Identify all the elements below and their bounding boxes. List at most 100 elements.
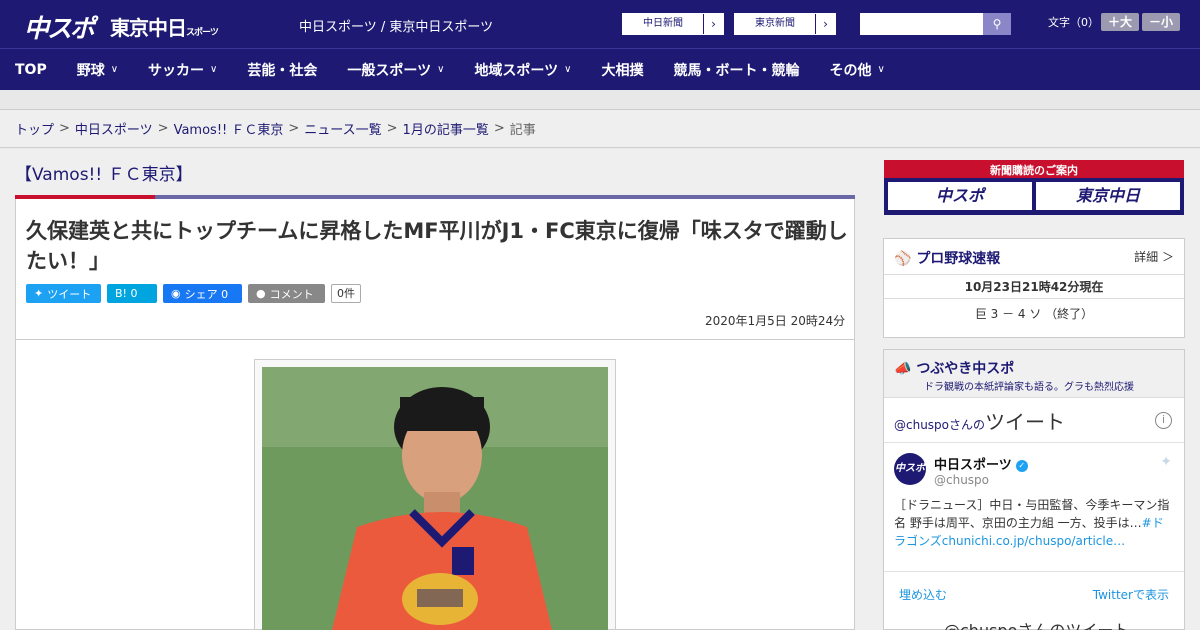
baseball-widget-header: ⚾ プロ野球速報 詳細 ＞ [884, 239, 1184, 275]
nav-label: 競馬・ボート・競輪 [673, 62, 800, 79]
embed-link[interactable]: 埋め込む [899, 586, 947, 603]
nav-item-top[interactable]: TOP [0, 49, 62, 91]
chevron-right-icon: › [815, 14, 835, 34]
paper-link-label: 東京新聞 [735, 14, 815, 34]
chevron-down-icon: ∨ [110, 64, 119, 75]
breadcrumb-sep: > [288, 121, 300, 136]
baseball-update-time: 10月23日21時42分現在 [884, 275, 1184, 299]
baseball-score[interactable]: 巨 3 － 4 ソ （終了） [884, 305, 1184, 322]
tweet-author-handle[interactable]: @chuspo [934, 473, 989, 487]
chevron-right-icon: › [703, 14, 723, 34]
tokyo-logo-text: 東京中日 [110, 16, 187, 40]
breadcrumb-sep: > [493, 121, 505, 136]
divider [884, 442, 1184, 443]
paper-link-label: 中日新聞 [623, 14, 703, 34]
tweet-button[interactable]: ✦ ツイート [26, 284, 101, 303]
nav-label: 野球 [76, 62, 105, 79]
facebook-label: シェア 0 [184, 287, 229, 301]
nav-label: 一般スポーツ [347, 62, 432, 79]
tokyo-logo-small: スポーツ [186, 28, 219, 38]
nav-item-entertainment[interactable]: 芸能・社会 [232, 49, 332, 91]
chunichi-shimbun-link[interactable]: 中日新聞 › [622, 13, 724, 35]
hatena-label: B! 0 [115, 287, 138, 300]
search-input[interactable] [860, 13, 984, 35]
baseball-title-text: プロ野球速報 [916, 251, 1001, 267]
comment-label: コメント [269, 287, 314, 301]
nav-label: 地域スポーツ [474, 62, 559, 79]
tweet-label: ツイート [47, 287, 92, 301]
publish-date: 2020年1月5日 20時24分 [705, 314, 846, 328]
nav-item-racing[interactable]: 競馬・ボート・競輪 [659, 49, 815, 91]
nav-label: TOP [15, 61, 47, 78]
tweet-text: ［ドラニュース］中日・与田監督、今季キーマン指名 野手は周平、京田の主力組 一方… [894, 498, 1170, 530]
breadcrumb-current: 記事 [509, 123, 536, 138]
tweets-widget-header: 📣 つぶやき中スポ ドラ観戦の本紙評論家も語る。グラも熱烈応援 [884, 350, 1184, 398]
breadcrumb-vamos[interactable]: Vamos!! ＦＣ東京 [174, 119, 284, 138]
avatar[interactable]: 中スポ [894, 453, 926, 485]
tweet-author-label: 中日スポーツ [934, 458, 1012, 473]
breadcrumb-chunichi-sports[interactable]: 中日スポーツ [75, 119, 153, 138]
font-decrease-button[interactable]: －小 [1142, 13, 1180, 31]
tokyo-chunichi-logo[interactable]: 東京中日スポーツ [110, 12, 219, 41]
chevron-down-icon: ∨ [437, 64, 445, 75]
share-row: ✦ ツイート B! 0 ◉ シェア 0 ● コメント 0件 [26, 284, 361, 303]
baseball-score-widget: ⚾ プロ野球速報 詳細 ＞ 10月23日21時42分現在 巨 3 － 4 ソ （… [883, 238, 1185, 338]
comment-button[interactable]: ● コメント [248, 284, 325, 303]
section-title[interactable]: 【Vamos!! ＦＣ東京】 [15, 160, 193, 185]
tweets-widget-title: 📣 つぶやき中スポ [894, 358, 1014, 378]
nav-item-baseball[interactable]: 野球 ∨ [62, 49, 133, 91]
chevron-down-icon: ∨ [564, 64, 572, 75]
comment-bubble-icon: ● [256, 287, 266, 300]
baseball-detail-link[interactable]: 詳細 ＞ [1134, 248, 1174, 265]
breadcrumb: トップ > 中日スポーツ > Vamos!! ＦＣ東京 > ニュース一覧 > 1月の記事… [0, 110, 1200, 148]
info-icon[interactable]: i [1155, 412, 1172, 429]
twitter-bird-icon[interactable]: ✦ [1160, 454, 1172, 470]
timeline-heading: @chuspoさんのツイート [894, 406, 1065, 435]
breadcrumb-news-list[interactable]: ニュース一覧 [304, 119, 381, 138]
tweets-title-text: つぶやき中スポ [916, 361, 1015, 377]
nav-label: 芸能・社会 [247, 62, 318, 79]
baseball-icon: ⚾ [894, 251, 912, 267]
nav-label: その他 [829, 62, 872, 79]
tweets-widget: 📣 つぶやき中スポ ドラ観戦の本紙評論家も語る。グラも熱烈応援 @chuspoさ… [883, 349, 1185, 630]
search-icon: ⚲ [992, 17, 1002, 31]
facebook-share-button[interactable]: ◉ シェア 0 [163, 284, 242, 303]
article-photo[interactable] [262, 367, 608, 630]
breadcrumb-top[interactable]: トップ [15, 119, 54, 138]
breadcrumb-sep: > [386, 121, 398, 136]
player-illustration [262, 367, 608, 630]
view-on-twitter-link[interactable]: Twitterで表示 [1093, 586, 1169, 603]
subscribe-tokyo-button[interactable]: 東京中日 [1036, 182, 1180, 210]
nav-item-local-sports[interactable]: 地域スポーツ ∨ [459, 49, 586, 91]
search-button[interactable]: ⚲ [983, 13, 1011, 35]
breadcrumb-sep: > [59, 121, 70, 136]
twitter-bird-icon: ✦ [34, 287, 44, 300]
nav-item-other[interactable]: その他 ∨ [815, 49, 900, 91]
nav-label: サッカー [148, 62, 205, 79]
top-header: 中スポ 東京中日スポーツ 中日スポーツ / 東京中日スポーツ 中日新聞 › 東京… [0, 0, 1200, 48]
comment-count: 0件 [331, 284, 361, 303]
chevron-down-icon: ∨ [877, 64, 885, 75]
chuspo-logo[interactable]: 中スポ [24, 9, 95, 45]
timeline-heading-handle[interactable]: @chuspoさんの [894, 418, 985, 432]
subscribe-chuspo-button[interactable]: 中スポ [888, 182, 1032, 210]
subscribe-title: 新聞購読のご案内 [990, 164, 1078, 177]
tokyo-shimbun-link[interactable]: 東京新聞 › [734, 13, 836, 35]
tweets-widget-subtitle: ドラ観戦の本紙評論家も語る。グラも熱烈応援 [924, 382, 1134, 393]
nav-item-general-sports[interactable]: 一般スポーツ ∨ [332, 49, 459, 91]
tweet-body: ［ドラニュース］中日・与田監督、今季キーマン指名 野手は周平、京田の主力組 一方… [894, 496, 1174, 550]
main-nav: TOP 野球 ∨ サッカー ∨ 芸能・社会 一般スポーツ ∨ 地域スポーツ ∨ 大相撲 … [0, 48, 1200, 90]
breadcrumb-month-list[interactable]: 1月の記事一覧 [403, 119, 489, 138]
nav-label: 大相撲 [601, 62, 644, 79]
nav-item-sumo[interactable]: 大相撲 [587, 49, 659, 91]
timeline-heading-label: ツイート [985, 410, 1066, 434]
breadcrumb-sep: > [157, 121, 169, 136]
font-size-label: 文字（0） [1048, 16, 1099, 29]
font-increase-button[interactable]: ＋大 [1101, 13, 1139, 31]
hatena-bookmark-button[interactable]: B! 0 [107, 284, 157, 303]
article-headline: 久保建英と共にトップチームに昇格したMF平川がJ1・FC東京に復帰「味スタで躍動… [26, 219, 848, 273]
tweet-author-name[interactable]: 中日スポーツ ✓ [934, 454, 1028, 473]
megaphone-icon: 📣 [894, 361, 912, 377]
nav-item-soccer[interactable]: サッカー ∨ [133, 49, 232, 91]
timeline-footer-heading: @chuspoさんのツイート [944, 617, 1129, 630]
